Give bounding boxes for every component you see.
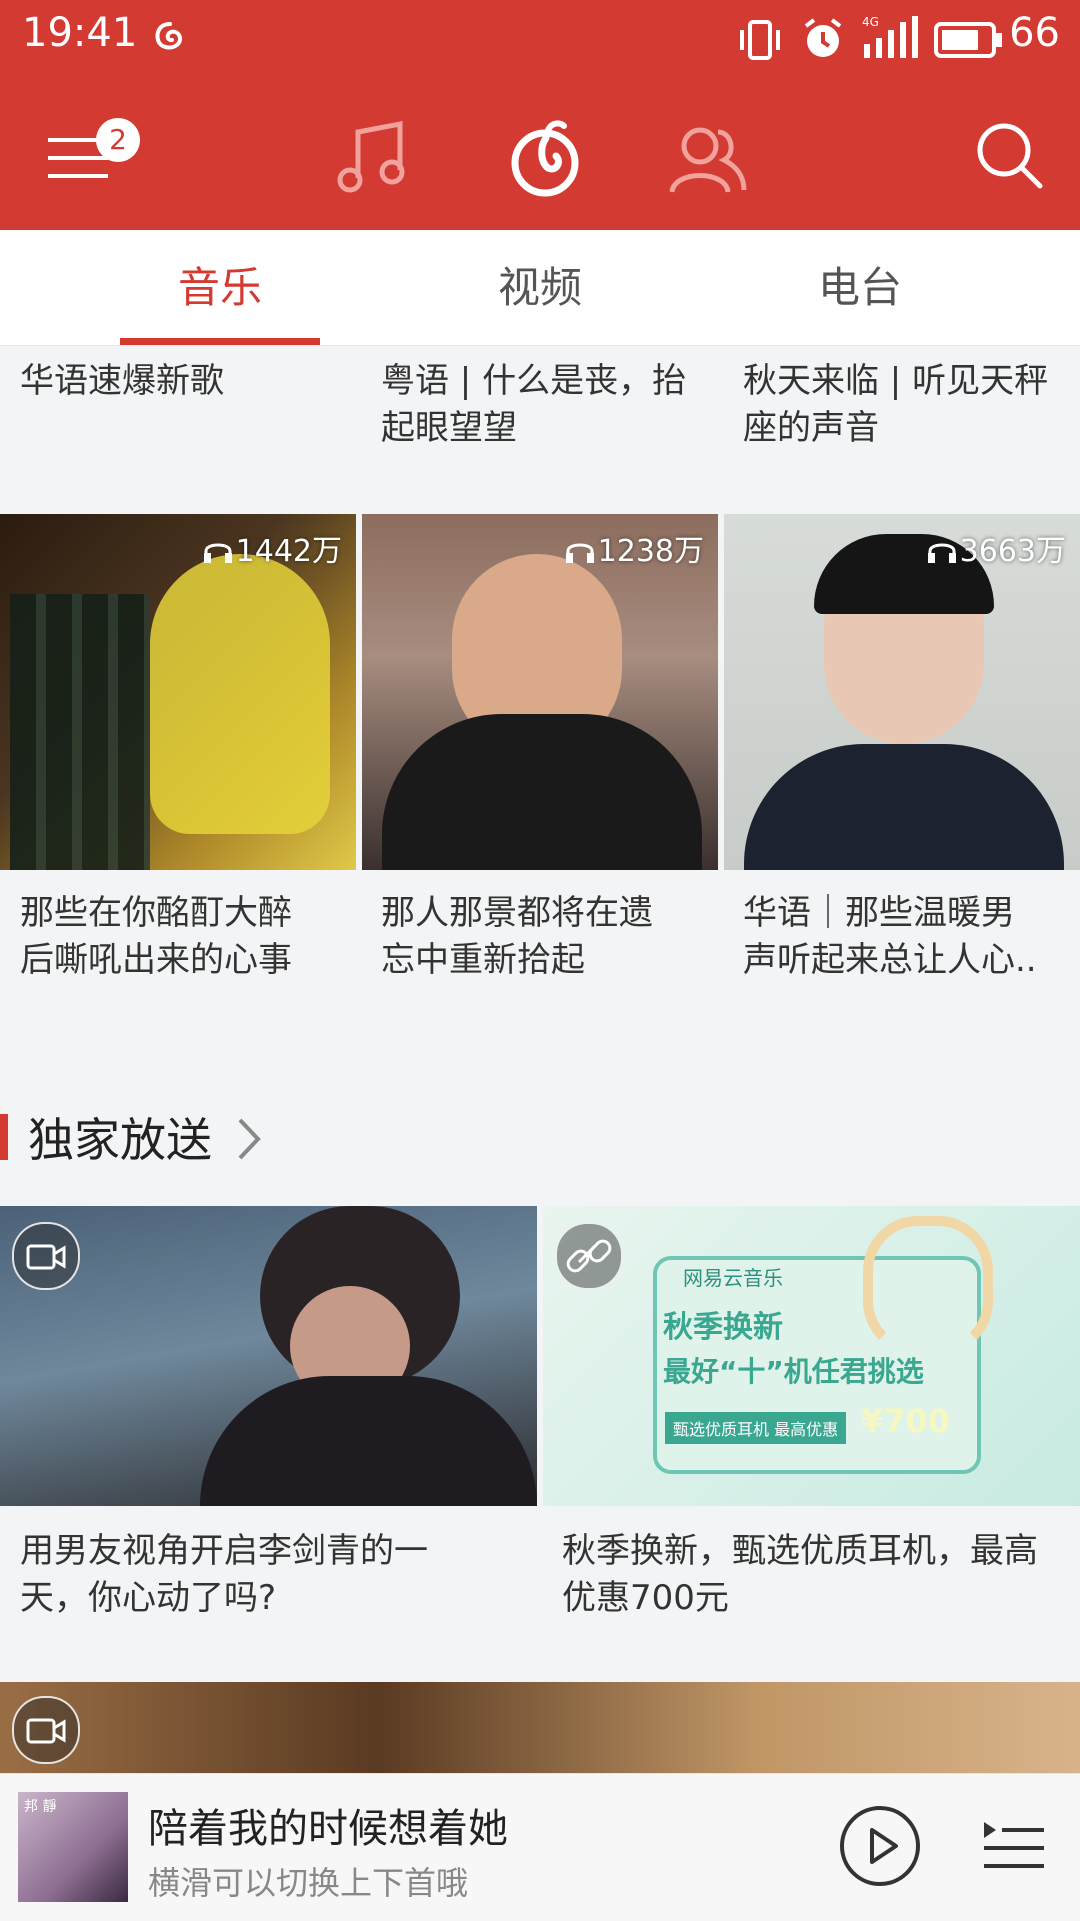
- mini-player[interactable]: 邦 靜 陪着我的时候想着她 横滑可以切换上下首哦: [0, 1773, 1080, 1921]
- song-title: 陪着我的时候想着她: [148, 1806, 508, 1852]
- swipe-hint: 横滑可以切换上下首哦: [148, 1864, 469, 1902]
- shirt-shape: [382, 714, 702, 870]
- playlist-cover[interactable]: 1238万: [362, 514, 718, 870]
- chevron-right-icon: [238, 1118, 261, 1160]
- person-shape: [150, 554, 330, 834]
- play-count-value: 1238万: [597, 534, 704, 569]
- friends-tab-button[interactable]: [666, 118, 750, 202]
- list-item[interactable]: 那人那景都将在遗 忘中重新拾起: [381, 890, 721, 984]
- playlist-title: 座的声音: [743, 408, 879, 448]
- search-icon: [977, 123, 1043, 189]
- playlist-title: 粤语 | 什么是丧，抬: [381, 361, 687, 401]
- section-title: 独家放送: [28, 1113, 212, 1167]
- banner-title: 用男友视角开启李剑青的一: [20, 1531, 428, 1571]
- music-note-icon: [337, 120, 405, 193]
- headphones-icon: [927, 543, 956, 563]
- playlist-title: 华语｜那些温暖男: [743, 893, 1015, 933]
- playlist-cover[interactable]: 1442万: [0, 514, 356, 870]
- tab-music[interactable]: 音乐: [60, 230, 380, 345]
- top-app-bar: 2: [0, 80, 1080, 230]
- notification-badge: 2: [96, 118, 140, 162]
- exclusive-banner[interactable]: [0, 1206, 537, 1506]
- content-tabs: 音乐 视频 电台: [0, 230, 1080, 346]
- netease-cloud-icon: [150, 18, 190, 62]
- alarm-icon: [800, 16, 846, 66]
- album-cover-text: 邦 靜: [24, 1799, 57, 1815]
- bottles-shape: [10, 594, 150, 870]
- menu-button[interactable]: 2: [40, 116, 140, 196]
- playlist-title: 那些在你酩酊大醉: [20, 893, 292, 933]
- headphones-icon: [203, 543, 232, 563]
- playlist-title: 忘中重新拾起: [381, 940, 585, 980]
- playlist-title: 华语速爆新歌: [20, 361, 224, 401]
- play-button[interactable]: [838, 1804, 922, 1888]
- ad-subheadline: 最好“十”机任君挑选: [663, 1355, 924, 1388]
- playlist-cover[interactable]: 3663万: [724, 514, 1080, 870]
- banner-title: 天，你心动了吗?: [20, 1578, 277, 1618]
- svg-text:4G: 4G: [862, 15, 879, 29]
- playlist-title: 起眼望望: [381, 408, 517, 448]
- section-accent-bar: [0, 1114, 8, 1160]
- list-item[interactable]: 华语｜那些温暖男 声听起来总让人心..: [743, 890, 1073, 984]
- status-bar: 19:41 4G 66: [0, 0, 1080, 80]
- shirt-shape: [200, 1376, 537, 1506]
- search-button[interactable]: [974, 120, 1044, 190]
- play-count-value: 1442万: [235, 534, 342, 569]
- play-count: 3663万: [926, 526, 1066, 570]
- headphones-icon: [565, 543, 594, 563]
- play-count: 1442万: [202, 526, 342, 570]
- tab-radio[interactable]: 电台: [700, 230, 1020, 345]
- banner-title: 秋季换新，甄选优质耳机，最高: [562, 1531, 1038, 1571]
- exclusive-banner[interactable]: [0, 1682, 1080, 1773]
- list-item[interactable]: 华语速爆新歌: [20, 358, 360, 405]
- link-icon: [566, 1239, 612, 1273]
- ad-brand: 网易云音乐: [683, 1266, 783, 1290]
- battery-level: 66: [1009, 10, 1060, 56]
- tab-video[interactable]: 视频: [380, 230, 700, 345]
- video-badge: [12, 1696, 80, 1764]
- list-item[interactable]: 秋天来临 | 听见天秤 座的声音: [743, 358, 1073, 452]
- active-tab-indicator: [120, 338, 320, 345]
- netease-logo-icon: [511, 120, 579, 197]
- ad-price: ¥700: [861, 1402, 951, 1440]
- list-item[interactable]: 那些在你酩酊大醉 后嘶吼出来的心事: [20, 890, 360, 984]
- discover-tab-button[interactable]: [502, 116, 588, 202]
- friends-icon: [669, 127, 747, 193]
- link-badge: [555, 1222, 623, 1290]
- playlist-icon: [984, 1822, 1044, 1868]
- video-badge: [12, 1222, 80, 1290]
- play-count-value: 3663万: [959, 534, 1066, 569]
- video-camera-icon: [26, 1244, 66, 1270]
- ad-headline: 秋季换新: [663, 1310, 783, 1345]
- ad-tag: 甄选优质耳机 最高优惠: [665, 1412, 847, 1444]
- list-item[interactable]: 用男友视角开启李剑青的一 天，你心动了吗?: [20, 1528, 520, 1622]
- battery-icon: [934, 22, 1004, 62]
- play-icon: [840, 1806, 920, 1886]
- exclusive-banner[interactable]: 网易云音乐 秋季换新 最好“十”机任君挑选 甄选优质耳机 最高优惠 ¥700: [543, 1206, 1080, 1506]
- list-item[interactable]: 粤语 | 什么是丧，抬 起眼望望: [381, 358, 721, 452]
- shirt-shape: [744, 744, 1064, 870]
- playlist-title: 声听起来总让人心..: [743, 940, 1037, 980]
- playlist-title: 后嘶吼出来的心事: [20, 940, 292, 980]
- music-tab-button[interactable]: [330, 118, 412, 200]
- banner-title: 优惠700元: [562, 1578, 729, 1618]
- playlist-title: 那人那景都将在遗: [381, 893, 653, 933]
- vibrate-icon: [736, 18, 784, 66]
- exclusive-section-header[interactable]: 独家放送: [28, 1104, 288, 1170]
- album-cover[interactable]: 邦 靜: [18, 1792, 128, 1902]
- status-time: 19:41: [22, 10, 138, 56]
- headphones-shape: [863, 1216, 993, 1356]
- signal-icon: 4G: [862, 14, 918, 66]
- play-count: 1238万: [564, 526, 704, 570]
- list-item[interactable]: 秋季换新，甄选优质耳机，最高 优惠700元: [562, 1528, 1062, 1622]
- playlist-button[interactable]: [980, 1814, 1050, 1878]
- video-camera-icon: [26, 1718, 66, 1744]
- playlist-title: 秋天来临 | 听见天秤: [743, 361, 1049, 401]
